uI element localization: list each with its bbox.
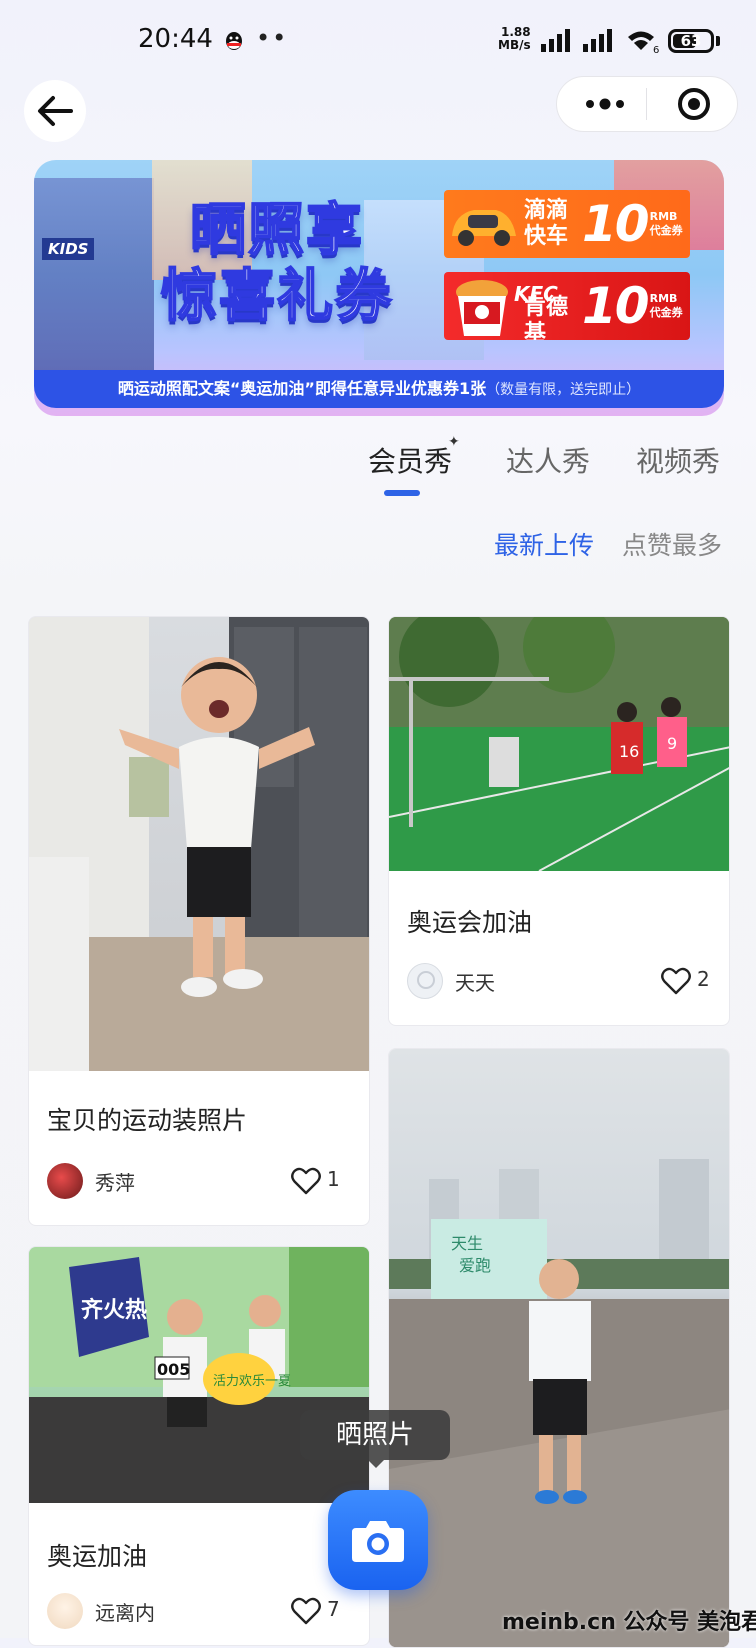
status-time: 20:44	[138, 24, 213, 54]
post-author[interactable]: 秀萍	[95, 1167, 135, 1196]
battery-icon: 63	[668, 29, 714, 53]
network-speed: 1.88 MB/s	[498, 26, 531, 52]
kfc-bucket-icon	[444, 272, 524, 340]
event-sign-top: 天生	[451, 1234, 483, 1253]
banner-title-line1: 晒照享	[189, 197, 364, 264]
post-card[interactable]: 天生 爱跑	[388, 1048, 730, 1648]
event-sign-bottom: 爱跑	[459, 1256, 491, 1275]
like-count: 7	[327, 1597, 340, 1621]
tab-video-show[interactable]: 视频秀	[636, 440, 720, 480]
sparkle-icon: ✦	[448, 434, 460, 450]
kfc-logo: KFC	[514, 282, 558, 306]
cellular-signal-2-icon	[582, 28, 616, 54]
post-card[interactable]: 16 9 奥运会加油 天天 2	[388, 616, 730, 1026]
jersey-number: 16	[619, 742, 639, 761]
post-title: 宝贝的运动装照片	[47, 1106, 248, 1135]
didi-coupon-unit: RMB 代金券	[650, 210, 683, 238]
post-photo[interactable]: 天生 爱跑	[389, 1049, 729, 1647]
kfc-coupon-currency: RMB	[649, 292, 678, 305]
more-notifications-icon: ••	[256, 24, 289, 52]
banner-title: 晒照享 惊喜礼券	[122, 197, 432, 330]
post-photo[interactable]	[29, 617, 369, 1071]
race-bib-number: 005	[157, 1360, 190, 1379]
didi-coupon-currency: RMB	[649, 210, 678, 223]
capsule-divider	[646, 88, 647, 120]
didi-coupon-type: 代金券	[649, 224, 683, 237]
kfc-coupon-value: 10	[582, 277, 650, 335]
kfc-coupon-type: 代金券	[649, 306, 683, 319]
event-logo-text: 齐火热	[81, 1297, 147, 1323]
post-author[interactable]: 天天	[455, 967, 495, 996]
cellular-signal-icon	[540, 28, 574, 54]
kids-logo: KIDS	[42, 238, 95, 260]
post-author[interactable]: 远离内	[95, 1597, 155, 1626]
promo-banner[interactable]: KIDS 晒照享 惊喜礼券 滴滴 快车 10 RMB 代金券 KFC 肯德基 1…	[34, 160, 724, 416]
kfc-coupon: KFC 肯德基 10 RMB 代金券	[444, 272, 690, 340]
event-sign-text: 活力欢乐一夏	[213, 1374, 291, 1389]
post-photo[interactable]: 16 9	[389, 617, 729, 871]
wifi-icon: 6	[626, 28, 660, 56]
network-speed-unit: MB/s	[498, 38, 531, 52]
banner-footer: 晒运动照配文案“奥运加油”即得任意异业优惠券1张（数量有限，送完即止）	[34, 370, 724, 408]
didi-brand-line2: 快车	[524, 224, 569, 249]
close-mini-program-icon[interactable]	[676, 86, 712, 122]
post-title: 奥运会加油	[407, 908, 533, 937]
didi-coupon: 滴滴 快车 10 RMB 代金券	[444, 190, 690, 258]
watermark: meinb.cn 公众号 美泡君	[502, 1610, 756, 1635]
back-button[interactable]	[24, 80, 86, 142]
banner-footer-text: 晒运动照配文案“奥运加油”即得任意异业优惠券1张	[117, 379, 487, 398]
tooltip-arrow	[368, 1460, 384, 1468]
heart-icon[interactable]	[291, 1167, 321, 1195]
didi-coupon-value: 10	[582, 195, 650, 253]
battery-percent: 63	[680, 32, 702, 50]
sort-most-liked[interactable]: 点赞最多	[622, 526, 722, 562]
like-count: 2	[697, 967, 710, 991]
default-avatar-icon	[417, 971, 435, 989]
upload-tooltip: 晒照片	[300, 1410, 450, 1460]
post-title: 奥运加油	[47, 1542, 148, 1571]
banner-footer-note: （数量有限，送完即止）	[486, 382, 641, 398]
more-options-icon[interactable]	[580, 92, 630, 116]
didi-brand: 滴滴 快车	[524, 198, 582, 250]
wifi-label: 6	[653, 45, 659, 54]
car-icon	[444, 190, 524, 258]
arrow-left-icon	[38, 96, 73, 126]
avatar[interactable]	[47, 1163, 83, 1199]
sort-latest[interactable]: 最新上传	[494, 526, 594, 562]
upload-photo-button[interactable]	[328, 1490, 428, 1590]
avatar[interactable]	[47, 1593, 83, 1629]
post-card[interactable]: 宝贝的运动装照片 秀萍 1	[28, 616, 370, 1226]
banner-title-line2: 惊喜礼券	[160, 263, 393, 330]
didi-brand-line1: 滴滴	[524, 198, 569, 223]
heart-icon[interactable]	[291, 1597, 321, 1625]
qq-notification-icon	[222, 30, 246, 54]
tab-expert-show[interactable]: 达人秀	[506, 440, 590, 480]
kfc-coupon-unit: RMB 代金券	[650, 292, 683, 320]
tab-member-show[interactable]: 会员秀	[368, 440, 452, 480]
jersey-number: 9	[667, 734, 677, 753]
heart-icon[interactable]	[661, 967, 691, 995]
active-tab-indicator	[384, 490, 420, 496]
like-count: 1	[327, 1167, 340, 1191]
avatar[interactable]	[407, 963, 443, 999]
post-photo[interactable]: 齐火热 005 活力欢乐一夏	[29, 1247, 369, 1503]
battery-tip	[716, 36, 720, 46]
camera-icon	[352, 1521, 404, 1562]
